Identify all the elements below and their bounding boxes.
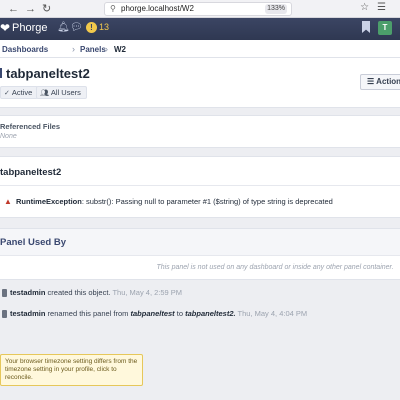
crumb-current[interactable]: W2 [114,45,126,54]
visibility-badge-label: All Users [50,88,81,97]
crumb-panels[interactable]: Panels [80,45,106,54]
alert-count[interactable]: 13 [99,22,109,32]
avatar[interactable]: T [378,21,392,35]
panel-used-by-title: Panel Used By [0,237,66,248]
breadcrumb: Dashboards › Panels › W2 [0,40,400,58]
actions-button-label: Actions [376,77,400,86]
timeline-author[interactable]: testadmin [10,288,45,297]
timeline-time[interactable]: Thu, May 4, 2:59 PM [112,288,182,297]
error-type: RuntimeException [16,197,82,206]
timeline-action: renamed this panel from [47,309,129,318]
browser-nav-arrows[interactable]: ←→↻ [8,2,57,15]
address-bar[interactable]: ⚲ phorge.localhost/W2 133% [104,2,292,16]
status-badge: ✓ Active [0,86,39,99]
timeline-item: testadmin created this object. Thu, May … [0,288,400,302]
main-menu-bar: ❤ Phorge 🔔︎ 💬︎ ! 13 T [0,18,400,40]
visibility-badge: 👥︎ All Users [36,86,87,99]
panel-icon [0,68,2,78]
timeline-text: testadmin created this object. Thu, May … [10,288,182,297]
alert-icon[interactable]: ! [86,22,97,33]
timeline-item: testadmin renamed this panel from tabpan… [0,309,400,323]
actions-button[interactable]: ☰Actions [360,74,400,90]
check-icon: ✓ [4,90,10,97]
bars-icon: ☰ [367,77,375,86]
referenced-files-box: Referenced Files None [0,115,400,148]
divider [0,185,400,186]
timeline-to: to [176,309,184,318]
address-bar-url: phorge.localhost/W2 [121,4,194,13]
chevron-right-icon: › [72,44,75,54]
error-detail: : substr(): Passing null to parameter #1… [81,197,333,206]
status-badge-label: Active [11,88,33,97]
timeline-action: created this object. [47,288,111,297]
timezone-notice[interactable]: Your browser timezone setting differs fr… [0,354,143,386]
browser-toolbar: ←→↻ ⚲ phorge.localhost/W2 133% ☆☰ [0,0,400,18]
timeline-author[interactable]: testadmin [10,309,45,318]
timeline-text: testadmin renamed this panel from tabpan… [10,309,307,318]
page-title: tabpaneltest2 [6,66,90,81]
referenced-files-label: Referenced Files [0,122,61,131]
browser-menu-icons[interactable]: ☆☰ [360,2,394,13]
referenced-files-value: None [0,133,17,140]
chevron-right-icon: › [105,44,108,54]
warning-icon: ▲ [4,197,12,206]
chat-icon[interactable]: 💬︎ [70,22,83,33]
panel-used-by-header: Panel Used By [0,229,400,256]
timeline-old-name: tabpaneltest [130,309,175,318]
app-name[interactable]: Phorge [12,22,47,34]
bookmark-icon[interactable] [362,21,370,33]
phorge-logo-icon[interactable]: ❤ [0,21,10,35]
panel-used-by-box: Panel Used By This panel is not used on … [0,228,400,280]
panel-preview: tabpaneltest2 ▲ RuntimeException: substr… [0,156,400,218]
bell-icon[interactable]: 🔔︎ [57,22,70,33]
panel-title: tabpaneltest2 [0,167,62,178]
page-header: tabpaneltest2 ✓ Active 👥︎ All Users ☰ Actio… [0,58,400,108]
timeline-bullet-icon [2,289,7,297]
timeline-time[interactable]: Thu, May 4, 4:04 PM [238,309,308,318]
panel-used-by-empty: This panel is not used on any dashboard … [156,264,394,271]
timeline-new-name: tabpaneltest2. [185,309,236,318]
error-message: RuntimeException: substr(): Passing null… [16,197,333,206]
crumb-dashboards[interactable]: Dashboards [2,45,48,54]
users-icon: 👥︎ [40,90,49,97]
timeline-bullet-icon [2,310,7,318]
zoom-level[interactable]: 133% [265,4,287,14]
shield-icon: ⚲ [110,4,116,13]
